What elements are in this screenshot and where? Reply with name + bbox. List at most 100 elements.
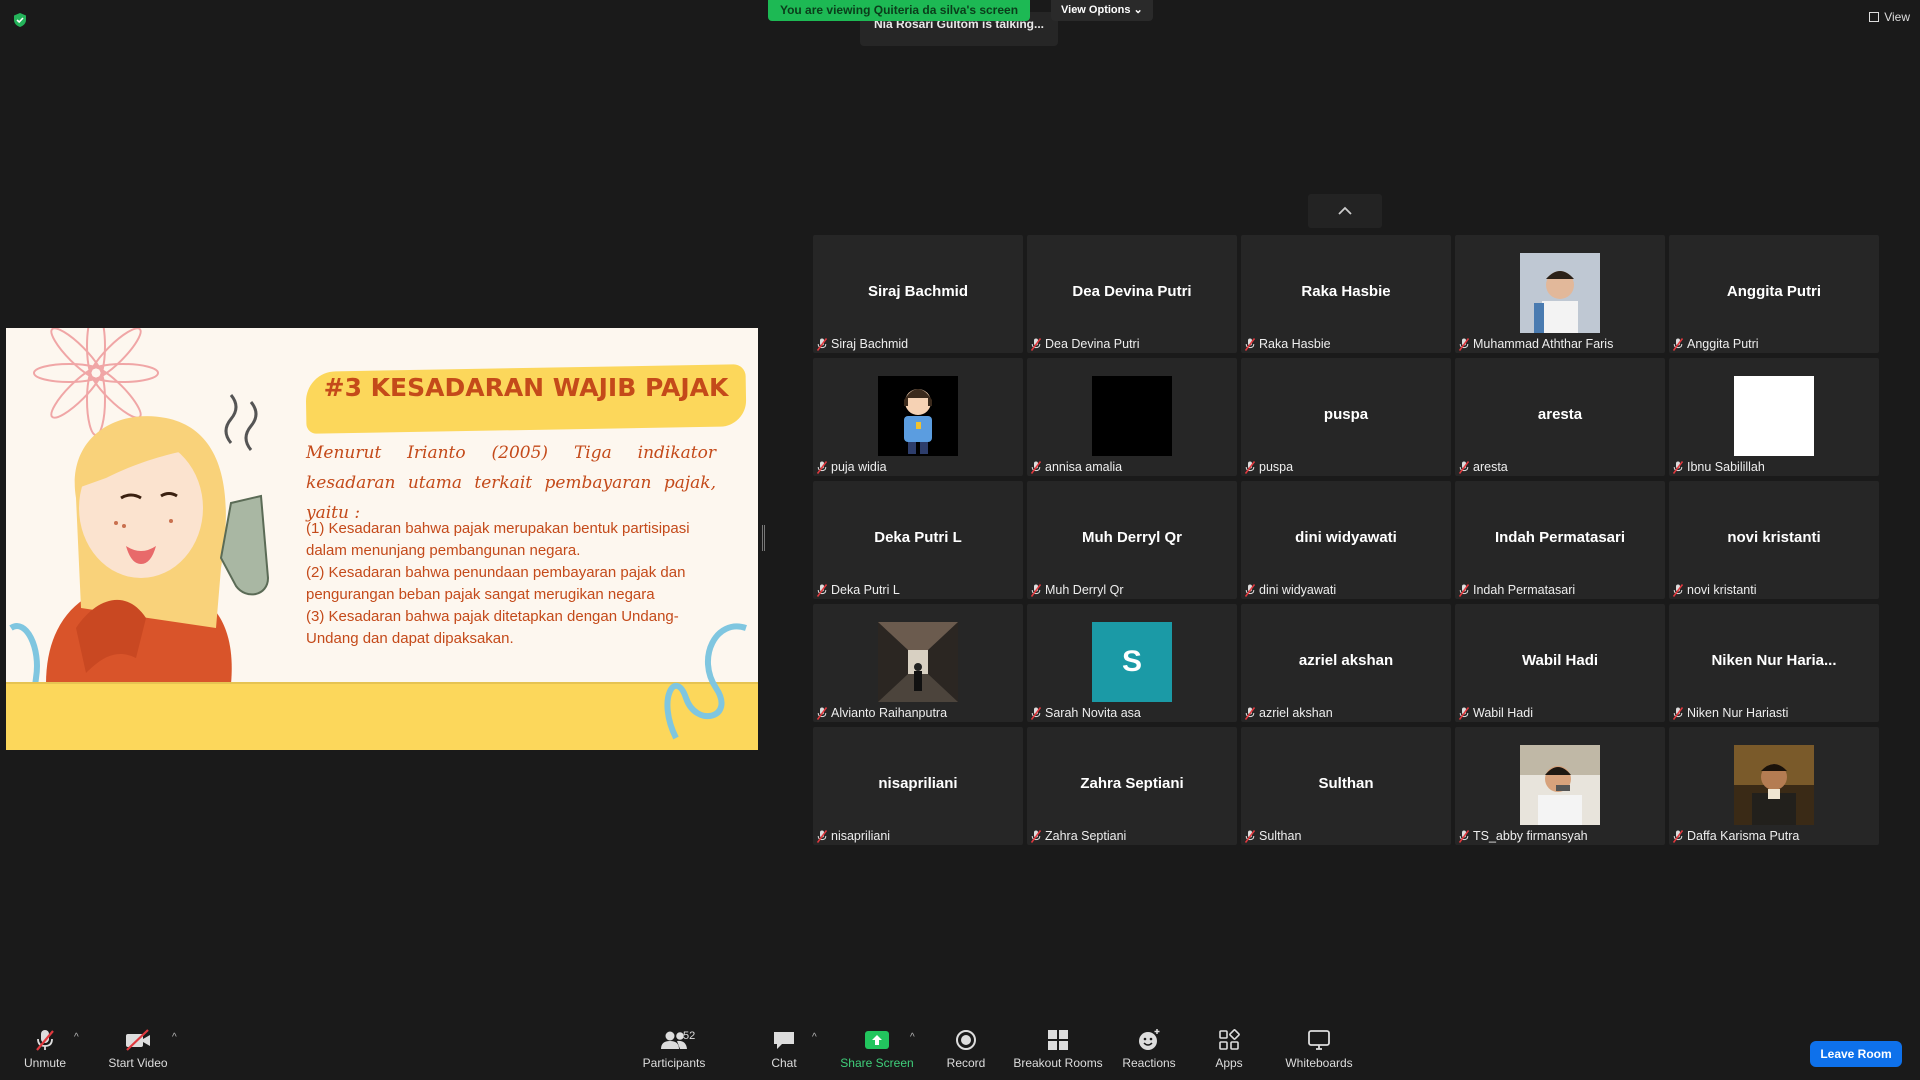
slide-body: (1) Kesadaran bahwa pajak merupakan bent… <box>306 520 690 647</box>
mic-muted-icon <box>1245 706 1255 720</box>
participant-display-name: Siraj Bachmid <box>867 283 969 300</box>
participant-tile[interactable]: puspa puspa <box>1241 358 1451 476</box>
participant-tile[interactable]: aresta aresta <box>1455 358 1665 476</box>
participant-tile[interactable]: dini widyawati dini widyawati <box>1241 481 1451 599</box>
participant-tile[interactable]: nisapriliani nisapriliani <box>813 727 1023 845</box>
mic-muted-icon <box>817 460 827 474</box>
participant-nameplate: Alvianto Raihanputra <box>817 706 947 720</box>
participant-tile[interactable]: Indah Permatasari Indah Permatasari <box>1455 481 1665 599</box>
mic-muted-icon <box>1245 583 1255 597</box>
participant-nameplate: Siraj Bachmid <box>817 337 908 351</box>
participant-tile[interactable]: Wabil Hadi Wabil Hadi <box>1455 604 1665 722</box>
participant-tile[interactable]: Alvianto Raihanputra <box>813 604 1023 722</box>
whiteboards-button[interactable]: Whiteboards <box>1264 1028 1374 1070</box>
mic-muted-icon <box>1245 337 1255 351</box>
participant-tile[interactable]: Niken Nur Haria... Niken Nur Hariasti <box>1669 604 1879 722</box>
reactions-icon <box>1139 1029 1160 1050</box>
participant-nameplate: TS_abby firmansyah <box>1459 829 1588 843</box>
participant-avatar <box>1734 745 1814 825</box>
participant-tile[interactable]: Deka Putri L Deka Putri L <box>813 481 1023 599</box>
participant-nameplate: Sarah Novita asa <box>1031 706 1141 720</box>
participant-display-name: Sulthan <box>1318 775 1374 792</box>
participant-nameplate: Deka Putri L <box>817 583 900 597</box>
participant-nameplate: Raka Hasbie <box>1245 337 1331 351</box>
participant-tile[interactable]: puja widia <box>813 358 1023 476</box>
view-button[interactable]: View <box>1869 10 1910 24</box>
participant-nameplate: Sulthan <box>1245 829 1301 843</box>
share-screen-icon <box>865 1031 889 1049</box>
participant-tile[interactable]: Daffa Karisma Putra <box>1669 727 1879 845</box>
participant-display-name: aresta <box>1537 406 1583 423</box>
participant-avatar <box>1520 253 1600 333</box>
mic-muted-icon <box>1459 583 1469 597</box>
participant-tile[interactable]: Raka Hasbie Raka Hasbie <box>1241 235 1451 353</box>
participant-name: Alvianto Raihanputra <box>831 706 948 720</box>
participant-avatar <box>878 376 958 456</box>
chat-options-caret[interactable]: ^ <box>812 1032 817 1043</box>
participant-tile[interactable]: TS_abby firmansyah <box>1455 727 1665 845</box>
participant-display-name: Deka Putri L <box>874 529 962 546</box>
participant-name: aresta <box>1473 460 1508 474</box>
participant-name: Siraj Bachmid <box>831 337 909 351</box>
view-options-label: View Options <box>1061 4 1131 16</box>
participant-nameplate: Zahra Septiani <box>1031 829 1126 843</box>
participant-nameplate: annisa amalia <box>1031 460 1122 474</box>
participant-tile[interactable]: Zahra Septiani Zahra Septiani <box>1027 727 1237 845</box>
participant-name: Dea Devina Putri <box>1045 337 1140 351</box>
leave-room-button[interactable]: Leave Room <box>1810 1041 1902 1067</box>
participant-tile[interactable]: S Sarah Novita asa <box>1027 604 1237 722</box>
participant-name: Indah Permatasari <box>1473 583 1576 597</box>
start-video-label: Start Video <box>108 1056 168 1070</box>
participant-tile[interactable]: Muhammad Aththar Faris <box>1455 235 1665 353</box>
view-options-button[interactable]: View Options ⌄ <box>1051 0 1153 21</box>
video-options-caret[interactable]: ^ <box>172 1032 177 1043</box>
participant-display-name: dini widyawati <box>1295 529 1397 546</box>
participant-tile[interactable]: Siraj Bachmid Siraj Bachmid <box>813 235 1023 353</box>
participant-avatar <box>1092 376 1172 456</box>
participant-display-name: puspa <box>1323 406 1369 423</box>
whiteboards-label: Whiteboards <box>1285 1056 1353 1070</box>
participant-display-name: novi kristanti <box>1727 529 1821 546</box>
participant-name: Muhammad Aththar Faris <box>1473 337 1614 351</box>
split-view-divider[interactable] <box>762 525 765 551</box>
participant-tile[interactable]: Sulthan Sulthan <box>1241 727 1451 845</box>
slide-title-text: #3 KESADARAN WAJIB PAJAK <box>323 373 729 402</box>
participant-name: Zahra Septiani <box>1045 829 1127 843</box>
security-shield-icon[interactable] <box>12 12 28 28</box>
participant-tile[interactable]: annisa amalia <box>1027 358 1237 476</box>
mic-muted-icon <box>1031 706 1041 720</box>
slide-footer-band <box>6 682 758 750</box>
participant-name: Ibnu Sabilillah <box>1687 460 1765 474</box>
screen-share-banner: You are viewing Quiteria da silva's scre… <box>768 0 1030 21</box>
participant-display-name: Dea Devina Putri <box>1072 283 1192 300</box>
mic-muted-icon <box>817 583 827 597</box>
participant-nameplate: novi kristanti <box>1673 583 1756 597</box>
audio-options-caret[interactable]: ^ <box>74 1032 79 1043</box>
microphone-muted-icon <box>36 1030 54 1051</box>
gallery-scroll-up-button[interactable] <box>1308 194 1382 228</box>
participant-name: puja widia <box>831 460 887 474</box>
participant-tile[interactable]: Ibnu Sabilillah <box>1669 358 1879 476</box>
participant-display-name: Anggita Putri <box>1726 283 1822 300</box>
participants-label: Participants <box>642 1056 706 1070</box>
participant-tile[interactable]: azriel akshan azriel akshan <box>1241 604 1451 722</box>
participant-tile[interactable]: Dea Devina Putri Dea Devina Putri <box>1027 235 1237 353</box>
participant-tile[interactable]: novi kristanti novi kristanti <box>1669 481 1879 599</box>
participant-tile[interactable]: Muh Derryl Qr Muh Derryl Qr <box>1027 481 1237 599</box>
participants-button[interactable]: 52 Participants <box>619 1028 729 1070</box>
participant-name: Sarah Novita asa <box>1045 706 1141 720</box>
participant-name: dini widyawati <box>1259 583 1337 597</box>
participant-avatar: S <box>1092 622 1172 702</box>
participant-name: Niken Nur Hariasti <box>1687 706 1789 720</box>
participant-nameplate: puja widia <box>817 460 887 474</box>
layout-icon <box>1869 12 1880 22</box>
participant-gallery: Siraj Bachmid Siraj Bachmid Dea Devina Put… <box>813 235 1879 845</box>
participant-name: puspa <box>1259 460 1294 474</box>
mic-muted-icon <box>1245 829 1255 843</box>
participant-nameplate: azriel akshan <box>1245 706 1333 720</box>
participant-tile[interactable]: Anggita Putri Anggita Putri <box>1669 235 1879 353</box>
participant-display-name: Zahra Septiani <box>1080 775 1184 792</box>
participant-name: Raka Hasbie <box>1259 337 1331 351</box>
chat-icon <box>774 1032 794 1049</box>
mic-muted-icon <box>1031 337 1041 351</box>
